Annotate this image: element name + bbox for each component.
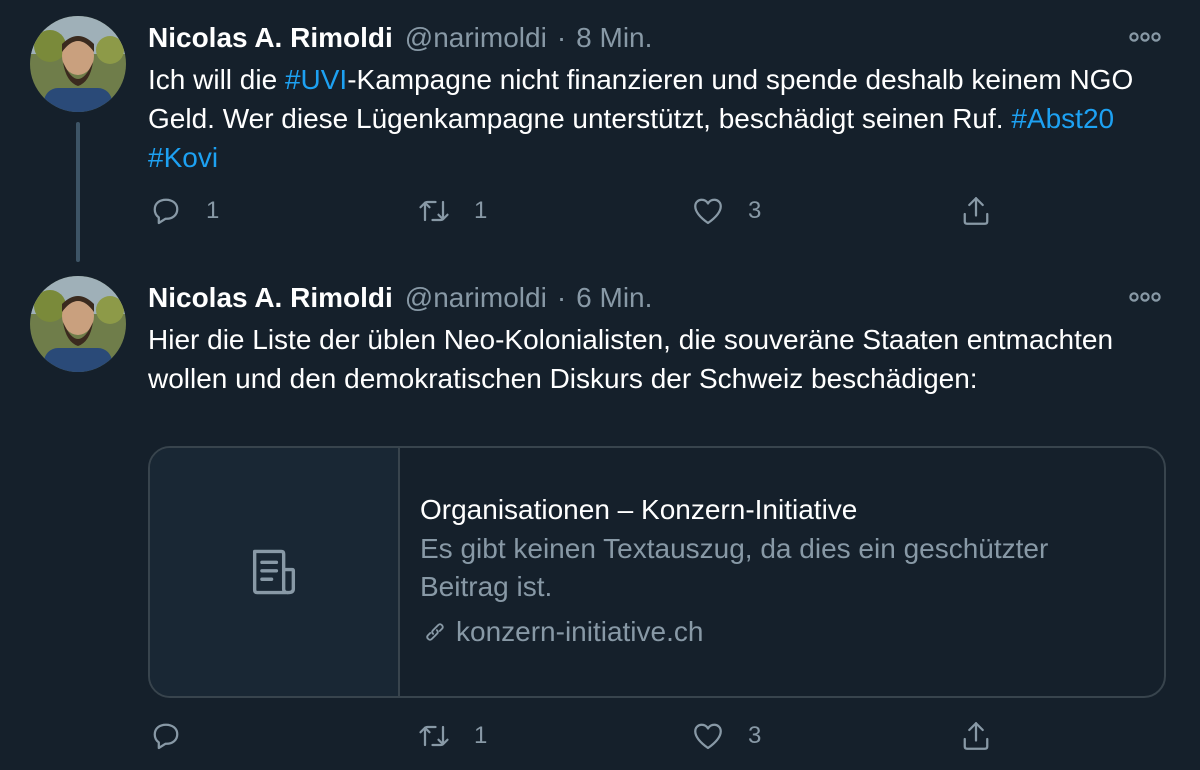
avatar[interactable] <box>30 276 126 372</box>
author-name[interactable]: Nicolas A. Rimoldi <box>148 22 393 54</box>
hashtag-link[interactable]: #Abst20 <box>1011 103 1114 134</box>
share-icon <box>963 197 989 225</box>
card-body: Organisationen – Konzern-Initiative Es g… <box>420 490 1140 652</box>
retweet-count: 1 <box>474 722 488 749</box>
share-button[interactable] <box>958 191 994 231</box>
share-icon <box>963 722 989 750</box>
link-preview-card[interactable]: Organisationen – Konzern-Initiative Es g… <box>148 446 1166 698</box>
more-horizontal-icon[interactable] <box>1128 30 1162 44</box>
author-handle[interactable]: @narimoldi <box>405 282 547 314</box>
card-domain-text: konzern-initiative.ch <box>456 616 704 647</box>
share-button[interactable] <box>958 716 994 756</box>
card-description: Es gibt keinen Textauszug, da dies ein g… <box>420 533 1049 602</box>
card-thumbnail <box>150 448 400 696</box>
more-horizontal-icon[interactable] <box>1128 290 1162 304</box>
separator-dot: · <box>556 22 567 53</box>
avatar[interactable] <box>30 16 126 112</box>
thread-connector-line <box>76 122 80 262</box>
reply-icon <box>153 723 179 750</box>
like-button[interactable]: 3 <box>690 716 761 756</box>
reply-button[interactable]: 1 <box>148 191 219 231</box>
author-name[interactable]: Nicolas A. Rimoldi <box>148 282 393 314</box>
heart-icon <box>694 198 722 225</box>
like-count: 3 <box>748 722 762 749</box>
tweet-timestamp[interactable]: 8 Min. <box>576 22 652 54</box>
retweet-button[interactable]: 1 <box>416 716 487 756</box>
tweet[interactable]: Nicolas A. Rimoldi @narimoldi · 6 Min. H… <box>0 260 1200 770</box>
retweet-button[interactable]: 1 <box>416 191 487 231</box>
like-count: 3 <box>748 197 762 224</box>
tweet-timestamp[interactable]: 6 Min. <box>576 282 652 314</box>
reply-button[interactable] <box>148 716 184 756</box>
like-button[interactable]: 3 <box>690 191 761 231</box>
tweet-header: Nicolas A. Rimoldi @narimoldi · 6 Min. <box>148 278 652 318</box>
hashtag-link[interactable]: #UVI <box>285 64 347 95</box>
reply-count: 1 <box>206 197 220 224</box>
card-title: Organisationen – Konzern-Initiative <box>420 494 858 525</box>
separator-dot: · <box>556 282 567 313</box>
card-domain: konzern-initiative.ch <box>420 612 1140 652</box>
hashtag-link[interactable]: #Kovi <box>148 142 218 173</box>
reply-icon <box>153 198 179 225</box>
retweet-count: 1 <box>474 197 488 224</box>
retweet-icon <box>419 200 449 222</box>
tweet-actions: 1 3 <box>148 716 1008 756</box>
heart-icon <box>694 723 722 750</box>
tweet[interactable]: Nicolas A. Rimoldi @narimoldi · 8 Min. I… <box>0 0 1200 262</box>
author-handle[interactable]: @narimoldi <box>405 22 547 54</box>
tweet-text: Hier die Liste der üblen Neo-Kolonialist… <box>148 324 1114 394</box>
retweet-icon <box>419 725 449 747</box>
tweet-header: Nicolas A. Rimoldi @narimoldi · 8 Min. <box>148 18 652 58</box>
document-icon <box>252 549 296 595</box>
tweet-text: Ich will die #UVI-Kampagne nicht finanzi… <box>148 60 1188 177</box>
text-segment: Ich will die <box>148 64 285 95</box>
link-icon <box>426 623 444 641</box>
tweet-actions: 1 1 3 <box>148 191 1008 231</box>
